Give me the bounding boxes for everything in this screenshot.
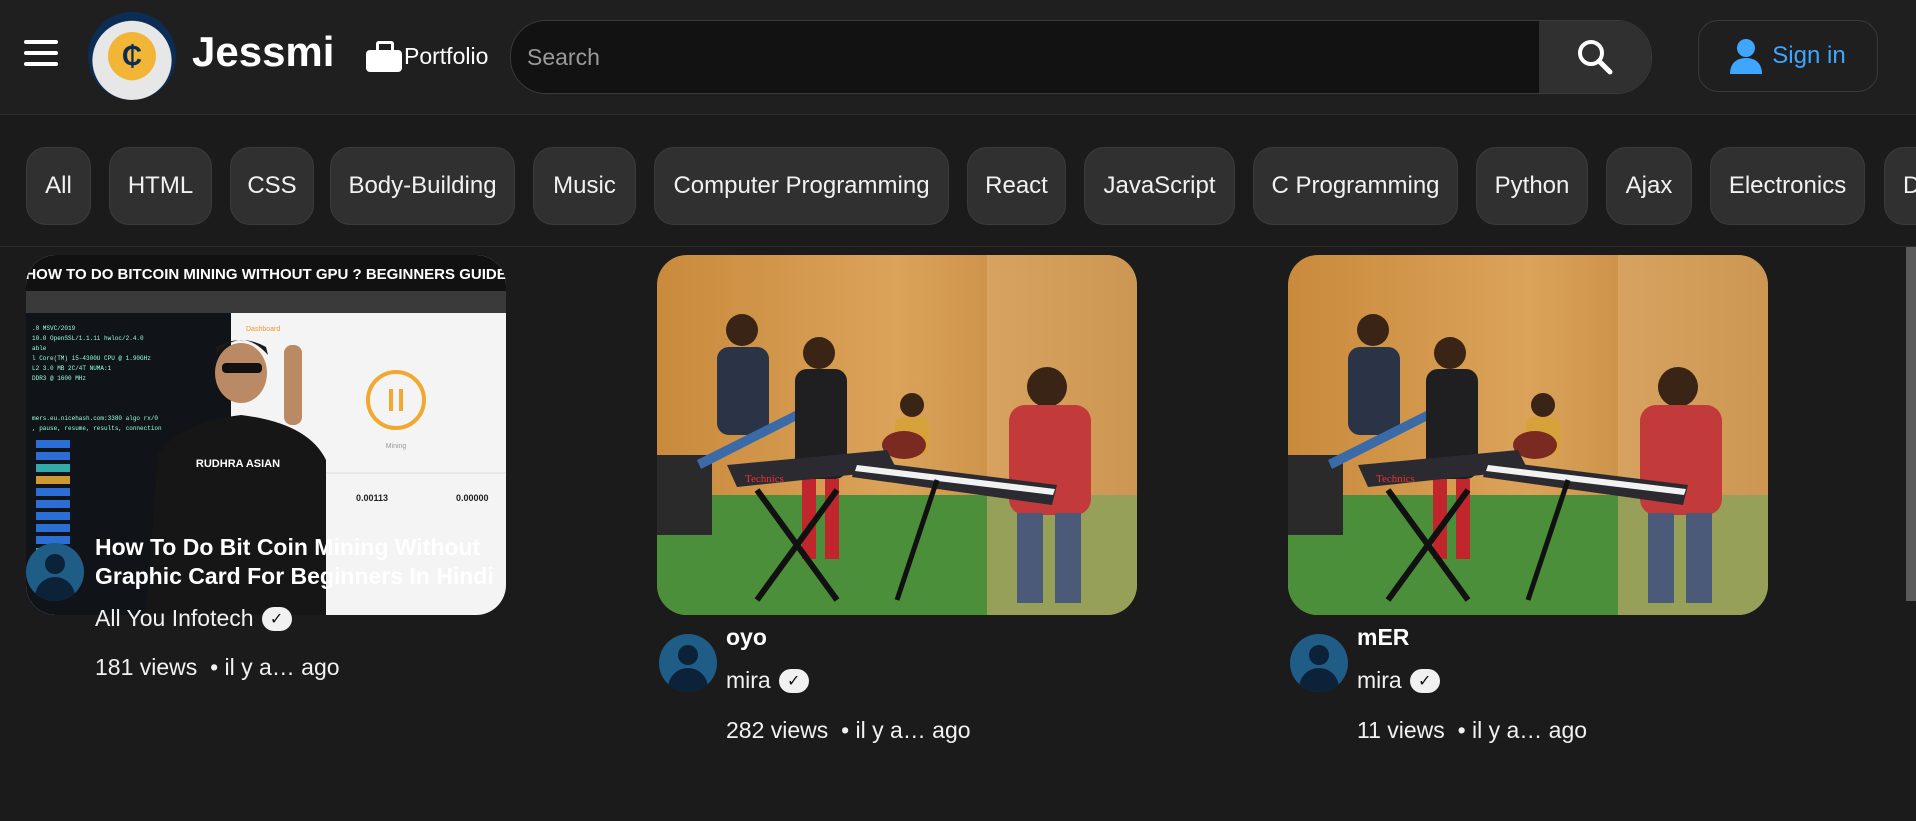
video-meta: 181 views • il y a… ago	[95, 654, 340, 681]
chip-more[interactable]: D	[1884, 147, 1916, 225]
menu-icon[interactable]	[24, 40, 58, 70]
view-count: 11 views	[1357, 717, 1445, 743]
channel-name-row[interactable]: mira ✓	[726, 667, 809, 694]
chip-music[interactable]: Music	[533, 147, 636, 225]
user-icon	[1730, 39, 1763, 74]
page-scrollbar[interactable]	[1906, 247, 1916, 601]
video-meta: 11 views • il y a… ago	[1357, 717, 1587, 744]
svg-text:10.0 OpenSSL/1.1.1i hwloc/2.4.: 10.0 OpenSSL/1.1.1i hwloc/2.4.0	[32, 335, 144, 342]
view-count: 181 views	[95, 654, 198, 680]
upload-time: • il y a… ago	[210, 654, 340, 680]
chip-javascript[interactable]: JavaScript	[1084, 147, 1235, 225]
chip-all[interactable]: All	[26, 147, 91, 225]
svg-text:mers.eu.nicehash.com:3380 algo: mers.eu.nicehash.com:3380 algo rx/0	[32, 415, 158, 422]
chip-body-building[interactable]: Body-Building	[330, 147, 515, 225]
video-meta: 282 views • il y a… ago	[726, 717, 971, 744]
video-thumbnail[interactable]: Technics	[1288, 255, 1768, 615]
avatar[interactable]	[1290, 634, 1348, 692]
chip-react[interactable]: React	[967, 147, 1066, 225]
category-chips: All HTML CSS Body-Building Music Compute…	[0, 134, 1916, 247]
svg-text:able: able	[32, 345, 47, 352]
chip-css[interactable]: CSS	[230, 147, 314, 225]
channel-name: All You Infotech	[95, 605, 254, 631]
chip-electronics[interactable]: Electronics	[1710, 147, 1865, 225]
view-count: 282 views	[726, 717, 829, 743]
thumb-keyboard-brand: Technics	[745, 473, 784, 485]
channel-name-row[interactable]: mira ✓	[1357, 667, 1440, 694]
portfolio-link[interactable]: Portfolio	[366, 36, 488, 76]
portfolio-label: Portfolio	[404, 42, 489, 69]
channel-name-row[interactable]: All You Infotech ✓	[95, 605, 292, 632]
video-title[interactable]: How To Do Bit Coin Mining Without Graphi…	[95, 533, 500, 591]
channel-name: mira	[726, 667, 771, 693]
channel-logo[interactable]: ₵	[88, 12, 176, 100]
thumbnail-image: Technics	[657, 255, 1137, 615]
thumbnail-image: Technics	[1288, 255, 1768, 615]
thumb-banner-text: HOW TO DO BITCOIN MINING WITHOUT GPU ? B…	[26, 266, 506, 283]
search-icon	[1578, 40, 1613, 75]
search-bar	[510, 20, 1652, 94]
avatar[interactable]	[659, 634, 717, 692]
avatar[interactable]	[26, 543, 84, 601]
chip-html[interactable]: HTML	[109, 147, 212, 225]
sign-in-label: Sign in	[1772, 42, 1846, 69]
thumb-dashboard-tab: Dashboard	[246, 326, 280, 333]
video-thumbnail[interactable]: Technics	[657, 255, 1137, 615]
verified-icon: ✓	[261, 606, 292, 631]
sign-in-button[interactable]: Sign in	[1698, 20, 1878, 92]
svg-text:DDR3 @ 1600 MHz: DDR3 @ 1600 MHz	[32, 375, 86, 382]
upload-time: • il y a… ago	[841, 717, 971, 743]
thumb-stat-rate: 0.00113	[356, 493, 388, 503]
thumb-mining-label: Mining	[386, 443, 407, 450]
svg-text:l Core(TM) i5-4300U CPU @ 1.90: l Core(TM) i5-4300U CPU @ 1.90GHz	[32, 355, 151, 362]
chip-python[interactable]: Python	[1476, 147, 1588, 225]
svg-text:L2 3.0 MB 2C/4T NUMA:1: L2 3.0 MB 2C/4T NUMA:1	[32, 365, 112, 372]
chip-c-programming[interactable]: C Programming	[1253, 147, 1458, 225]
search-input[interactable]	[511, 21, 1539, 93]
thumb-shirt-text: RUDHRA ASIAN	[196, 458, 280, 470]
video-title[interactable]: oyo	[726, 623, 1131, 652]
briefcase-icon	[366, 41, 402, 72]
verified-icon: ✓	[1409, 668, 1440, 693]
top-bar: ₵ Jessmi Portfolio Sign in	[0, 0, 1916, 115]
video-title[interactable]: mER	[1357, 623, 1762, 652]
upload-time: • il y a… ago	[1457, 717, 1588, 743]
thumb-keyboard-brand: Technics	[1376, 473, 1415, 485]
svg-text:, pause, resume, results, conn: , pause, resume, results, connection	[32, 425, 162, 432]
brand-name[interactable]: Jessmi	[192, 28, 334, 76]
svg-text:.8 MSVC/2019: .8 MSVC/2019	[32, 325, 76, 332]
search-button[interactable]	[1539, 21, 1651, 93]
verified-icon: ✓	[778, 668, 809, 693]
thumb-stat-balance: 0.00000	[456, 493, 489, 503]
chip-computer-programming[interactable]: Computer Programming	[654, 147, 949, 225]
channel-name: mira	[1357, 667, 1402, 693]
chip-ajax[interactable]: Ajax	[1606, 147, 1692, 225]
